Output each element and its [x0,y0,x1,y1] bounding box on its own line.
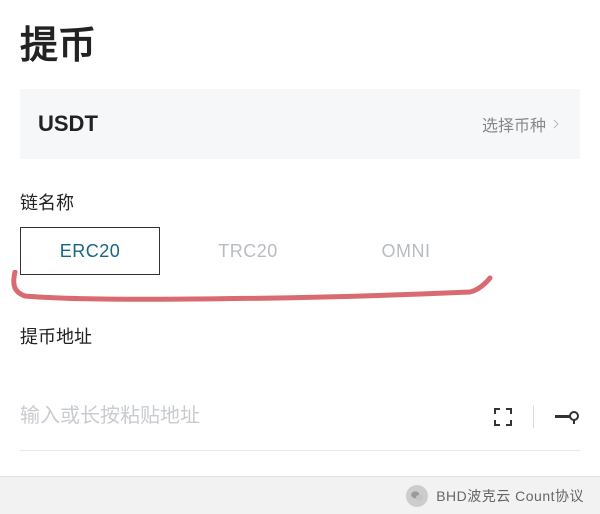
icon-divider [533,406,534,428]
chevron-right-icon [550,117,562,131]
page-title: 提币 [0,0,600,79]
address-book-icon[interactable] [552,405,580,429]
address-input-row [20,401,580,451]
chain-tab-erc20[interactable]: ERC20 [20,227,160,275]
wechat-icon [406,485,428,507]
address-section-label: 提币地址 [0,275,600,361]
watermark-bar: BHD波克云 Count协议 [0,476,600,514]
chain-tab-omni[interactable]: OMNI [336,227,476,275]
watermark-text: BHD波克云 Count协议 [436,486,584,506]
chain-section-label: 链名称 [0,159,600,227]
select-coin-label: 选择币种 [482,112,546,136]
chain-tab-trc20[interactable]: TRC20 [178,227,318,275]
coin-selector-row[interactable]: USDT 选择币种 [20,89,580,159]
chain-tabs: ERC20 TRC20 OMNI [0,227,600,275]
select-coin-hint: 选择币种 [482,112,562,136]
withdraw-address-input[interactable] [20,401,491,432]
scan-icon[interactable] [491,405,515,429]
coin-code: USDT [38,111,98,137]
